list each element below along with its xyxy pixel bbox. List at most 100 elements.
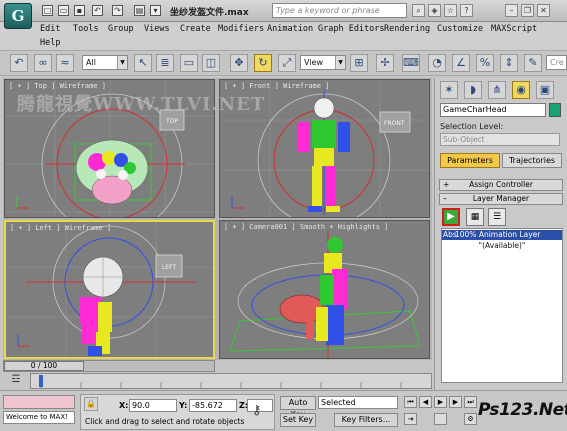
assign-controller-rollout[interactable]: + Assign Controller — [439, 179, 563, 191]
open-file-icon[interactable]: ▭ — [58, 5, 69, 16]
key-mode-dropdown[interactable]: Selected — [318, 396, 398, 409]
select-by-name-icon[interactable]: ≣ — [156, 54, 174, 72]
select-rotate-icon[interactable]: ↻ — [254, 54, 272, 72]
bind-space-warp-icon[interactable]: ≈ — [56, 54, 74, 72]
menu-maxscript[interactable]: MAXScript — [491, 24, 537, 34]
project-folder-icon[interactable]: ▤ — [134, 5, 145, 16]
modify-tab-icon[interactable]: ◗ — [464, 81, 482, 99]
current-frame-field[interactable] — [434, 413, 447, 425]
pivot-center-icon[interactable]: ⊞ — [350, 54, 368, 72]
go-to-end-icon[interactable]: ⏭ — [464, 396, 477, 408]
maxscript-output[interactable]: Welcome to MAX! — [3, 411, 75, 424]
undo-icon[interactable]: ↶ — [92, 5, 103, 16]
help-icon[interactable]: ? — [460, 4, 473, 17]
menu-customize[interactable]: Customize — [437, 24, 483, 34]
reference-coordinate-dropdown[interactable]: View ▼ — [300, 55, 346, 70]
rectangular-selection-icon[interactable]: ▭ — [180, 54, 198, 72]
new-file-icon[interactable]: □ — [42, 5, 53, 16]
layer-manager-rollout[interactable]: – Layer Manager — [439, 193, 563, 205]
select-manipulate-icon[interactable]: ✢ — [376, 54, 394, 72]
next-frame-icon[interactable]: ▶ — [449, 396, 462, 408]
close-button[interactable]: ✕ — [537, 4, 550, 17]
menu-help[interactable]: Help — [40, 38, 60, 48]
redo-icon[interactable]: ↷ — [112, 5, 123, 16]
selection-filter-dropdown[interactable]: All ▼ — [82, 55, 128, 70]
track-bar[interactable] — [30, 373, 432, 389]
svg-text:FRONT: FRONT — [384, 120, 405, 127]
key-icon[interactable]: ⚷ — [252, 403, 262, 418]
key-mode-toggle-icon[interactable]: ⇥ — [404, 413, 417, 425]
trajectories-tab[interactable]: Trajectories — [502, 153, 562, 168]
select-move-icon[interactable]: ✥ — [230, 54, 248, 72]
menu-rendering[interactable]: Rendering — [384, 24, 430, 34]
menu-modifiers[interactable]: Modifiers — [218, 24, 264, 34]
select-object-icon[interactable]: ↖ — [134, 54, 152, 72]
layer-list-icon[interactable]: ☰ — [488, 208, 506, 226]
left-viewport[interactable]: [ + ] Left ] Wireframe ] LEFT — [4, 220, 215, 359]
list-item[interactable]: Abs 100% Animation Layer — [442, 230, 562, 240]
menu-tools[interactable]: Tools — [73, 24, 99, 34]
time-slider-thumb[interactable]: 0 / 100 — [4, 361, 84, 371]
maxscript-mini-listener[interactable] — [3, 395, 75, 409]
sub-object-dropdown[interactable]: Sub-Object — [440, 133, 560, 146]
object-name-input[interactable]: GameCharHead — [440, 103, 546, 117]
select-scale-icon[interactable]: ⤢ — [278, 54, 296, 72]
save-file-icon[interactable]: ▪ — [74, 5, 85, 16]
front-viewport[interactable]: [ + ] Front ] Wireframe ] FRONT — [219, 79, 430, 218]
hierarchy-tab-icon[interactable]: ⋔ — [488, 81, 506, 99]
x-coordinate-field[interactable]: 90.0 — [129, 399, 177, 412]
motion-tab-icon[interactable]: ◉ — [512, 81, 530, 99]
viewport-label[interactable]: [ + ] Left ] Wireframe ] — [10, 224, 111, 232]
play-icon[interactable]: ▶ — [434, 396, 447, 408]
parameters-tab[interactable]: Parameters — [440, 153, 500, 168]
search-icon[interactable]: ⌕ — [412, 4, 425, 17]
layer-grid-icon[interactable]: ▦ — [466, 208, 484, 226]
menu-animation[interactable]: Animation — [267, 24, 313, 34]
menu-graph-editors[interactable]: Graph Editors — [318, 24, 385, 34]
menu-group[interactable]: Group — [108, 24, 134, 34]
object-color-swatch[interactable] — [549, 103, 561, 117]
percent-snap-icon[interactable]: % — [476, 54, 494, 72]
mini-curve-editor-icon[interactable]: ☲ — [8, 374, 24, 388]
menu-create[interactable]: Create — [180, 24, 211, 34]
time-slider[interactable]: 0 / 100 — [3, 360, 215, 372]
go-to-start-icon[interactable]: ⏮ — [404, 396, 417, 408]
snaps-toggle-icon[interactable]: ◔ — [428, 54, 446, 72]
lock-selection-icon[interactable]: 🔒 — [84, 397, 98, 411]
minimize-button[interactable]: – — [505, 4, 518, 17]
y-coordinate-field[interactable]: -85.672 — [189, 399, 237, 412]
viewport-area: [ + ] Top ] Wireframe ] TOP [+] Front … — [3, 78, 432, 360]
angle-snap-icon[interactable]: ∠ — [452, 54, 470, 72]
spinner-snap-icon[interactable]: ⇕ — [500, 54, 518, 72]
set-key-button[interactable]: Set Key — [280, 413, 316, 427]
menu-views[interactable]: Views — [144, 24, 170, 34]
search-input[interactable]: Type a keyword or phrase — [272, 3, 407, 18]
edit-named-selection-icon[interactable]: ✎ — [524, 54, 542, 72]
undo-tool-icon[interactable]: ↶ — [10, 54, 28, 72]
restore-button[interactable]: ❐ — [521, 4, 534, 17]
top-viewport[interactable]: [ + ] Top ] Wireframe ] TOP — [4, 79, 215, 218]
display-tab-icon[interactable]: ▣ — [536, 81, 554, 99]
auto-key-button[interactable]: Auto Key — [280, 396, 316, 419]
create-tab-icon[interactable]: ✶ — [440, 81, 458, 99]
play-animation-layer-icon[interactable]: ▶ — [442, 208, 460, 226]
previous-frame-icon[interactable]: ◀ — [419, 396, 432, 408]
viewport-label[interactable]: [ + ] Top ] Wireframe ] — [9, 82, 106, 90]
menu-edit[interactable]: Edit — [40, 24, 60, 34]
subscription-icon[interactable]: ◈ — [428, 4, 441, 17]
svg-text:LEFT: LEFT — [162, 264, 176, 271]
dropdown-arrow-icon[interactable]: ▾ — [150, 5, 161, 16]
named-selection-set-input[interactable]: Cre — [546, 55, 567, 70]
time-configuration-icon[interactable]: ⚙ — [464, 413, 477, 425]
animation-layer-list: Abs 100% Animation Layer "(Available)" — [441, 228, 563, 383]
app-logo[interactable]: G — [4, 3, 32, 29]
viewport-label[interactable]: [ + ] Front ] Wireframe ] — [224, 82, 329, 90]
key-filters-button[interactable]: Key Filters... — [334, 413, 398, 427]
keyboard-shortcut-icon[interactable]: ⌨ — [402, 54, 420, 72]
list-item[interactable]: "(Available)" — [442, 241, 562, 251]
viewport-label[interactable]: [ + ] Camera001 ] Smooth + Highlights ] — [224, 223, 388, 231]
camera-viewport[interactable]: [ + ] Camera001 ] Smooth + Highlights ] — [219, 220, 430, 359]
favorites-icon[interactable]: ☆ — [444, 4, 457, 17]
link-icon[interactable]: ∞ — [34, 54, 52, 72]
window-crossing-icon[interactable]: ◫ — [202, 54, 220, 72]
